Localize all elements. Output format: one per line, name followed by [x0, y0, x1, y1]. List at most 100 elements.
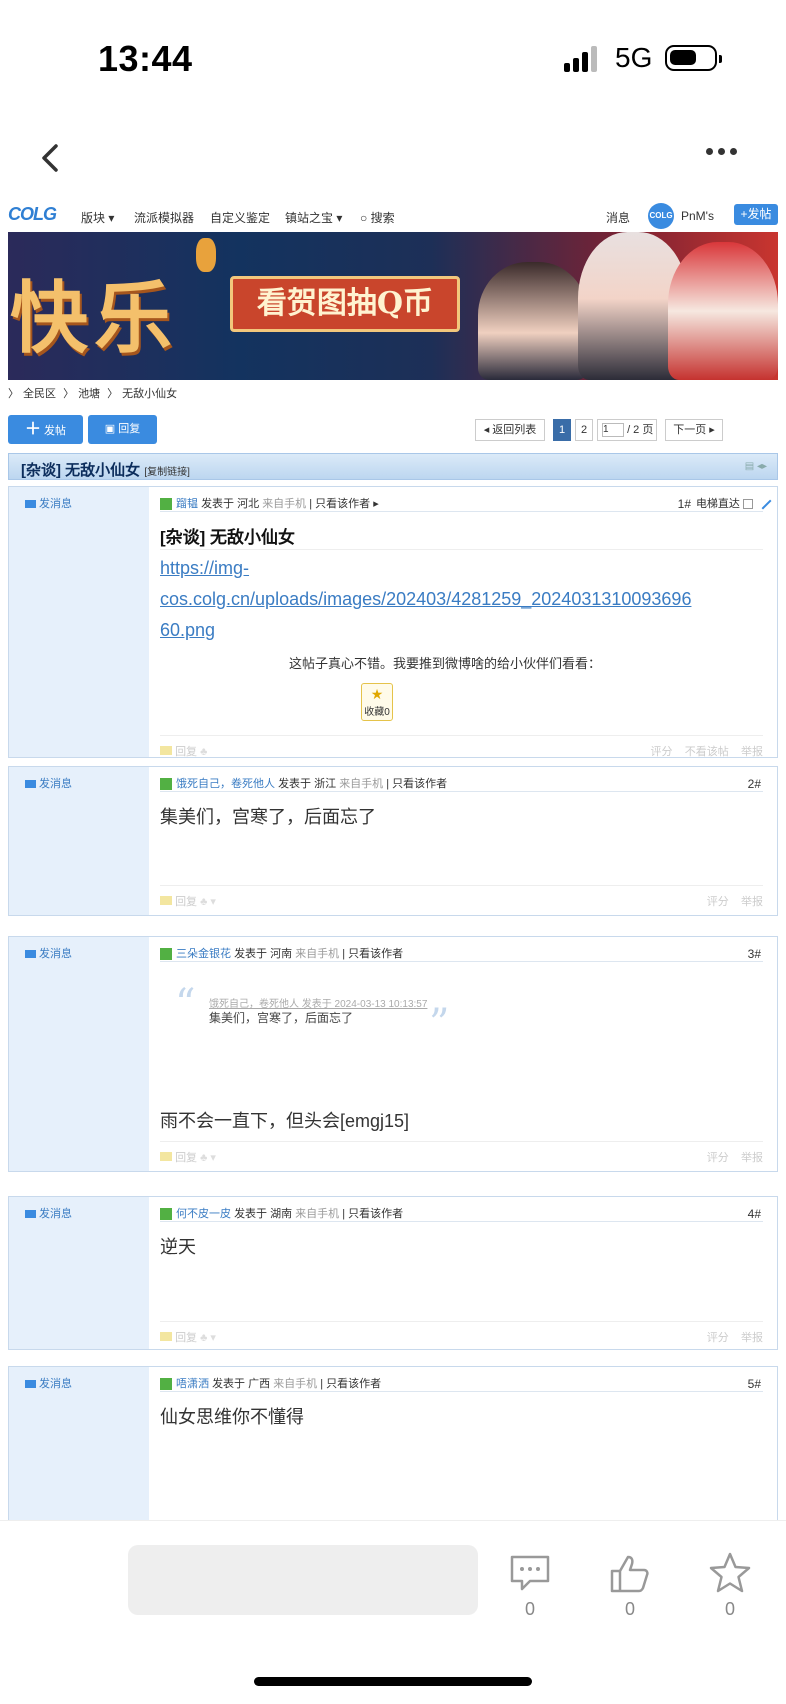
footer-rate[interactable]: 评分 — [707, 1332, 729, 1344]
footer-reply[interactable]: 回复 — [175, 746, 197, 758]
quote-open-icon: “ — [175, 981, 196, 1027]
star-icon[interactable] — [708, 1551, 752, 1595]
footer-rate[interactable]: 评分 — [651, 746, 673, 758]
divider — [160, 511, 763, 512]
home-indicator[interactable] — [254, 1677, 532, 1686]
post-location: 发表于 浙江 — [278, 778, 337, 790]
footer-report[interactable]: 举报 — [741, 1332, 763, 1344]
new-post-top-button[interactable]: +发帖 — [734, 204, 778, 225]
post-device: 来自手机 — [262, 498, 307, 510]
breadcrumb-item[interactable]: 无敌小仙女 — [122, 388, 177, 400]
floor-jump-input[interactable] — [743, 499, 753, 510]
image-link-line: cos.colg.cn/uploads/images/202403/428125… — [160, 589, 692, 609]
footer-reply[interactable]: 回复 — [175, 1332, 197, 1344]
post-body: 雨不会一直下，但头会[emgj15] — [160, 1111, 410, 1131]
nav-search[interactable]: ○ 搜索 — [360, 209, 395, 226]
page-input[interactable]: 1 — [602, 423, 624, 438]
only-author-link[interactable]: 只看该作者 — [392, 778, 447, 790]
mail-icon — [25, 1210, 36, 1219]
page-jump: 1 / 2 页 — [597, 419, 657, 441]
post-meta: 蹓韫 发表于 河北 来自手机 | 只看该作者 ▸ — [160, 495, 379, 511]
thumbs-up-icon[interactable] — [608, 1551, 652, 1595]
gender-icon — [160, 498, 172, 511]
send-message-link[interactable]: 发消息 — [25, 1205, 72, 1221]
only-author-link[interactable]: 只看该作者 — [348, 1208, 403, 1220]
post-body: 逆天 — [160, 1237, 196, 1257]
print-icon[interactable]: ▤ ◂▸ — [745, 461, 767, 472]
nav-messages[interactable]: 消息 — [606, 209, 630, 226]
comment-input[interactable] — [128, 1545, 478, 1615]
site-topnav: COLG 版块 ▾ 流派模拟器 自定义鉴定 镇站之宝 ▾ ○ 搜索 消息 COL… — [8, 200, 778, 232]
comment-count: 0 — [524, 1599, 535, 1619]
floor-jump-label: 电梯直达 — [695, 498, 740, 510]
like-icon[interactable]: ♣ ▾ — [200, 1332, 216, 1344]
post-author[interactable]: 蹓韫 — [176, 498, 198, 510]
copy-link[interactable]: [复制链接] — [144, 467, 190, 478]
breadcrumb-item[interactable]: 池塘 — [78, 388, 100, 400]
comment-icon[interactable] — [508, 1551, 552, 1595]
send-message-link[interactable]: 发消息 — [25, 775, 72, 791]
like-icon[interactable]: ♣ ▾ — [200, 1152, 216, 1164]
post-meta: 何不皮一皮 发表于 湖南 来自手机 | 只看该作者 — [160, 1205, 403, 1221]
footer-rate[interactable]: 评分 — [707, 896, 729, 908]
new-post-button[interactable]: ＋ 发帖 — [8, 415, 83, 444]
post-2: 发消息 饿死自己，卷死他人 发表于 浙江 来自手机 | 只看该作者 2# 集美们… — [8, 766, 778, 916]
nav-simulator[interactable]: 流派模拟器 — [134, 209, 194, 226]
avatar[interactable]: COLG — [648, 203, 674, 229]
quote-body: 集美们，宫寒了，后面忘了 — [209, 1011, 354, 1025]
footer-report[interactable]: 举报 — [741, 896, 763, 908]
reply-icon — [160, 1152, 172, 1161]
only-author-link[interactable]: 只看该作者 — [326, 1378, 381, 1390]
new-post-label: 发帖 — [44, 425, 67, 437]
divider — [160, 1321, 763, 1322]
favorite-count: 收藏0 — [364, 707, 390, 718]
breadcrumb-sep: 〉 — [8, 388, 19, 400]
status-time: 13:44 — [98, 38, 193, 79]
footer-hide-post[interactable]: 不看该帖 — [685, 746, 729, 758]
footer-report[interactable]: 举报 — [741, 746, 763, 758]
post-author[interactable]: 唔潇洒 — [176, 1378, 209, 1390]
footer-report[interactable]: 举报 — [741, 1152, 763, 1164]
footer-reply[interactable]: 回复 — [175, 1152, 197, 1164]
floor-jump[interactable]: 电梯直达 — [696, 495, 753, 511]
nav-custom-appraisal[interactable]: 自定义鉴定 — [210, 209, 270, 226]
like-icon[interactable]: ♣ ▾ — [200, 896, 216, 908]
thread-title-bar: [杂谈] 无敌小仙女 [复制链接] ▤ ◂▸ — [8, 453, 778, 480]
nav-treasure-label: 镇站之宝 — [285, 211, 334, 225]
footer-reply[interactable]: 回复 — [175, 896, 197, 908]
like-icon[interactable]: ♣ — [200, 746, 207, 758]
send-message-link[interactable]: 发消息 — [25, 945, 72, 961]
post-author[interactable]: 饿死自己，卷死他人 — [176, 778, 275, 790]
only-author-link[interactable]: 只看该作者 — [315, 498, 370, 510]
colg-logo[interactable]: COLG — [8, 204, 57, 225]
nav-treasure[interactable]: 镇站之宝 ▾ — [285, 209, 342, 226]
username[interactable]: PnM's — [681, 209, 714, 223]
favorite-button[interactable]: ★ 收藏0 — [361, 683, 393, 721]
next-page-button[interactable]: 下一页 ▸ — [665, 419, 723, 441]
post-sidebar — [9, 487, 149, 757]
image-link[interactable]: https://img- cos.colg.cn/uploads/images/… — [160, 553, 691, 646]
back-to-list-button[interactable]: ◂ 返回列表 — [475, 419, 545, 441]
reply-button[interactable]: ▣ 回复 — [88, 415, 157, 444]
page-2-button[interactable]: 2 — [575, 419, 593, 441]
post-author[interactable]: 三朵金银花 — [176, 948, 231, 960]
nav-sections[interactable]: 版块 ▾ — [81, 209, 114, 226]
chat-icon: ▣ — [104, 423, 116, 435]
breadcrumb-item[interactable]: 全民区 — [23, 388, 56, 400]
like-count: 0 — [624, 1599, 635, 1619]
send-message-link[interactable]: 发消息 — [25, 495, 72, 511]
pen-icon[interactable] — [754, 492, 772, 510]
image-link-line: https://img- — [160, 558, 250, 578]
back-arrow-icon[interactable] — [36, 138, 66, 178]
page-1-button[interactable]: 1 — [553, 419, 571, 441]
promo-banner[interactable]: 快乐 看贺图抽Q币 — [8, 232, 778, 380]
footer-rate[interactable]: 评分 — [707, 1152, 729, 1164]
banner-headline: 快乐 — [10, 273, 179, 364]
more-menu-icon[interactable] — [706, 142, 742, 160]
post-author[interactable]: 何不皮一皮 — [176, 1208, 231, 1220]
nav-sections-label: 版块 — [81, 211, 106, 225]
floor-number: 1# — [678, 497, 691, 511]
send-message-link[interactable]: 发消息 — [25, 1375, 72, 1391]
total-pages: / 2 页 — [627, 424, 654, 436]
only-author-link[interactable]: 只看该作者 — [348, 948, 403, 960]
